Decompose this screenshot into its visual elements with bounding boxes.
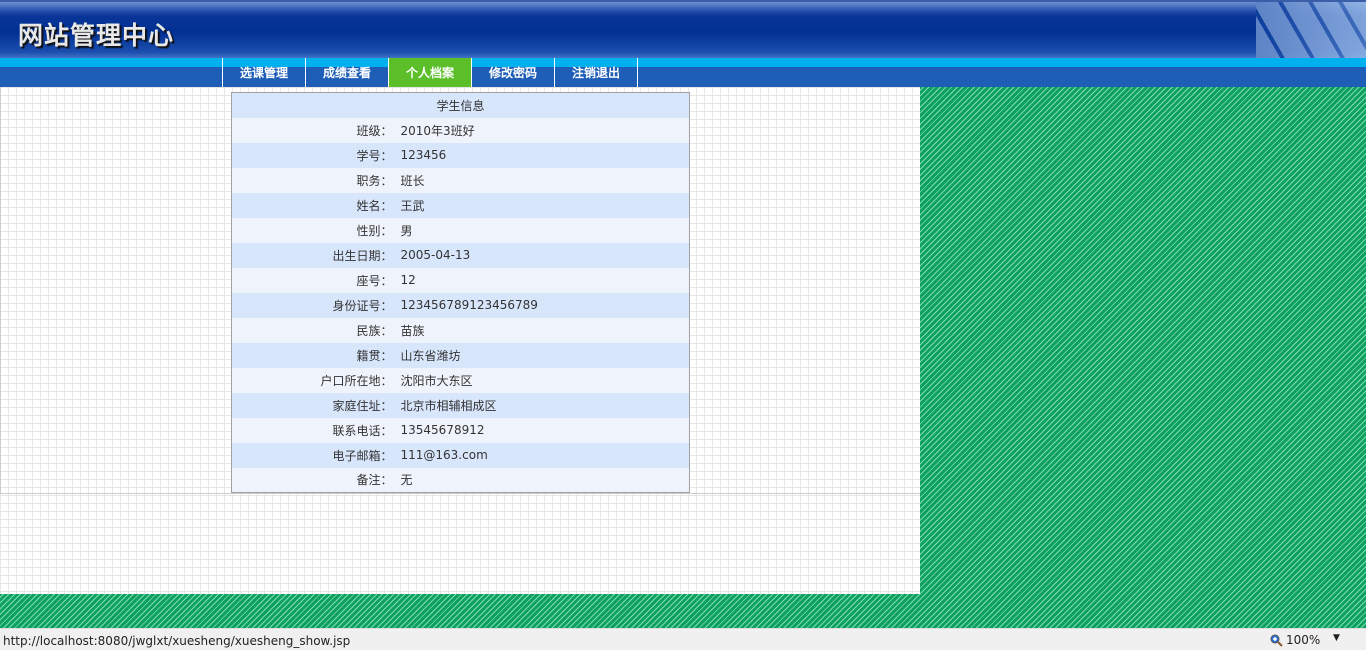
main-nav: 选课管理 成绩查看 个人档案 修改密码 注销退出 xyxy=(222,58,638,87)
field-value: 12 xyxy=(400,273,416,287)
field-label: 籍贯： xyxy=(356,348,393,363)
field-label: 家庭住址： xyxy=(332,398,393,413)
field-label: 职务： xyxy=(356,173,393,188)
status-url: http://localhost:8080/jwglxt/xuesheng/xu… xyxy=(3,634,351,648)
nav-logout[interactable]: 注销退出 xyxy=(555,58,638,87)
table-row: 性别： 男 xyxy=(231,217,690,243)
table-row: 民族： 苗族 xyxy=(231,317,690,343)
zoom-dropdown-icon[interactable]: ▼ xyxy=(1333,633,1340,643)
zoom-control[interactable]: 100% xyxy=(1270,633,1320,647)
table-row: 姓名： 王武 xyxy=(231,192,690,218)
field-value: 班长 xyxy=(400,173,425,188)
field-value: 王武 xyxy=(400,198,425,213)
table-row: 备注： 无 xyxy=(231,467,690,493)
keyboard-banner-image xyxy=(1256,2,1366,60)
nav-grades[interactable]: 成绩查看 xyxy=(306,58,389,87)
field-label: 身份证号： xyxy=(332,298,393,313)
site-header: 网站管理中心 xyxy=(0,0,1366,60)
table-row: 户口所在地： 沈阳市大东区 xyxy=(231,367,690,393)
field-value: 2010年3班好 xyxy=(400,123,475,138)
field-label: 性别： xyxy=(356,223,393,238)
field-label: 电子邮箱： xyxy=(332,448,393,463)
nav-bar xyxy=(0,67,1366,87)
field-value: 沈阳市大东区 xyxy=(400,373,473,388)
status-bar: http://localhost:8080/jwglxt/xuesheng/xu… xyxy=(0,628,1366,650)
nav-profile[interactable]: 个人档案 xyxy=(389,58,472,87)
field-value: 123456789123456789 xyxy=(400,298,538,312)
field-value: 13545678912 xyxy=(400,423,485,437)
table-row: 家庭住址： 北京市相辅相成区 xyxy=(231,392,690,418)
field-value: 山东省潍坊 xyxy=(400,348,461,363)
field-label: 学号： xyxy=(356,148,393,163)
table-row: 班级： 2010年3班好 xyxy=(231,117,690,143)
zoom-magnifier-icon xyxy=(1270,634,1283,647)
field-value: 111@163.com xyxy=(400,448,488,462)
field-label: 姓名： xyxy=(356,198,393,213)
field-value: 2005-04-13 xyxy=(400,248,471,262)
field-label: 出生日期： xyxy=(332,248,393,263)
field-value: 123456 xyxy=(400,148,447,162)
field-label: 座号： xyxy=(356,273,393,288)
table-title: 学生信息 xyxy=(231,92,690,118)
field-value: 苗族 xyxy=(400,323,425,338)
table-row: 身份证号： 123456789123456789 xyxy=(231,292,690,318)
field-label: 户口所在地： xyxy=(320,373,393,388)
field-label: 班级： xyxy=(356,123,393,138)
site-logo-title: 网站管理中心 xyxy=(18,21,175,50)
field-value: 无 xyxy=(400,473,413,488)
table-row: 联系电话： 13545678912 xyxy=(231,417,690,443)
field-label: 备注： xyxy=(356,473,393,488)
table-row: 座号： 12 xyxy=(231,267,690,293)
zoom-level: 100% xyxy=(1286,633,1321,647)
header-band xyxy=(0,58,1366,67)
student-info-table: 学生信息 班级： 2010年3班好 学号： 123456 职务： 班长 姓名： 王武 性别： 男出… xyxy=(231,92,690,493)
nav-change-password[interactable]: 修改密码 xyxy=(472,58,555,87)
field-value: 男 xyxy=(400,223,413,238)
field-label: 民族： xyxy=(356,323,393,338)
nav-course-selection[interactable]: 选课管理 xyxy=(223,58,306,87)
table-row: 职务： 班长 xyxy=(231,167,690,193)
field-value: 北京市相辅相成区 xyxy=(400,398,497,413)
table-row: 出生日期： 2005-04-13 xyxy=(231,242,690,268)
field-label: 联系电话： xyxy=(332,423,393,438)
table-row: 籍贯： 山东省潍坊 xyxy=(231,342,690,368)
table-row: 电子邮箱： 111@163.com xyxy=(231,442,690,468)
table-row: 学号： 123456 xyxy=(231,142,690,168)
